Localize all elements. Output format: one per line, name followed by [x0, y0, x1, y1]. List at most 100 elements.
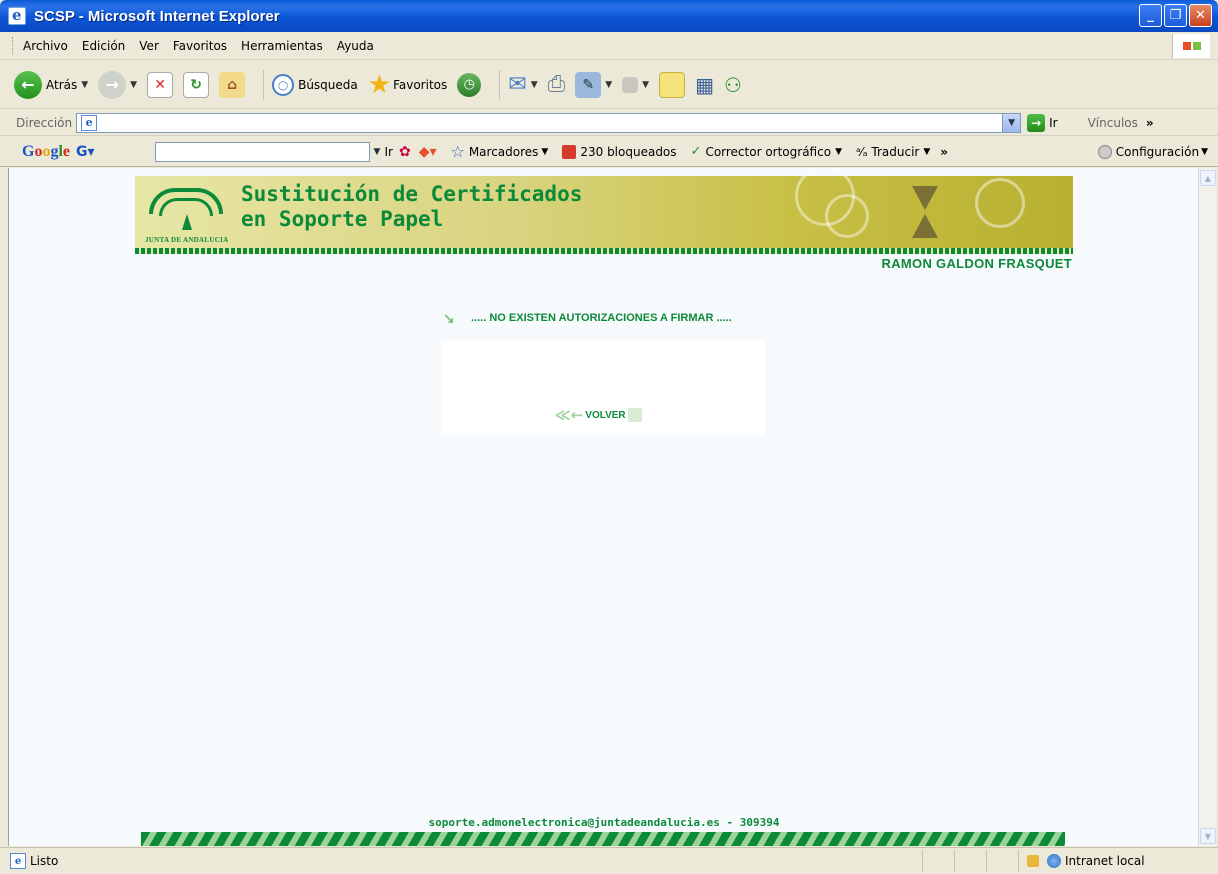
google-go-button[interactable]: Ir — [384, 145, 392, 159]
google-g-icon[interactable]: G▾ — [76, 144, 95, 160]
mail-icon: ✉ — [508, 72, 527, 97]
spellcheck-label: Corrector ortográfico — [705, 144, 832, 159]
blocked-label: 230 bloqueados — [580, 144, 677, 159]
menu-archivo[interactable]: Archivo — [23, 39, 68, 53]
address-input[interactable]: e ▼ — [76, 112, 1022, 133]
chevron-down-icon[interactable]: ▼ — [374, 147, 381, 157]
chevron-down-icon: ▼ — [835, 146, 842, 157]
star-outline-icon: ☆ — [450, 142, 465, 161]
ie-icon — [8, 6, 26, 25]
chevron-down-icon[interactable]: ▼ — [130, 80, 137, 90]
more-button[interactable]: » — [940, 145, 948, 159]
chevron-down-icon: ▼ — [1201, 146, 1208, 157]
popup-blocker-icon — [562, 144, 577, 159]
minimize-button[interactable]: _ — [1139, 4, 1162, 27]
pagerank-icon[interactable]: ✿ — [399, 144, 411, 160]
back-link-label: VOLVER — [585, 409, 626, 421]
discuss-icon — [622, 76, 639, 93]
search-icon: ○ — [272, 73, 295, 96]
popup-blocker-button[interactable]: 230 bloqueados — [562, 144, 677, 159]
notes-button[interactable] — [659, 71, 686, 98]
address-bar: Dirección e ▼ → Ir Vínculos » — [0, 110, 1218, 136]
chevron-down-icon[interactable]: ▼ — [1002, 113, 1021, 132]
discuss-button[interactable]: ▼ — [622, 76, 649, 93]
maximize-button[interactable]: ❐ — [1164, 4, 1187, 27]
menu-edicion[interactable]: Edición — [82, 39, 125, 53]
chevron-down-icon: ▼ — [541, 146, 549, 157]
standard-toolbar: ← Atrás ▼ → ▼ ✕ ↻ ⌂ ○ Búsqueda ★ Favorit… — [0, 61, 1218, 109]
favorites-button[interactable]: ★ Favoritos — [368, 70, 447, 100]
messenger-button[interactable]: ⚇ — [724, 73, 742, 97]
gear-icon — [975, 178, 1025, 228]
vertical-scrollbar[interactable]: ▲ ▼ — [1198, 168, 1216, 846]
close-button[interactable]: ✕ — [1189, 4, 1212, 27]
junta-logo: JUNTA DE ANDALUCIA — [141, 184, 231, 244]
back-arrow-icon: ≪← — [555, 406, 584, 424]
note-icon — [659, 71, 686, 98]
arrow-down-right-icon: ↘ — [443, 310, 455, 326]
back-link[interactable]: ≪← VOLVER — [555, 406, 642, 424]
menu-herramientas[interactable]: Herramientas — [241, 39, 323, 53]
settings-button[interactable]: Configuración ▼ — [1097, 144, 1208, 159]
page-content: JUNTA DE ANDALUCIA Sustitución de Certif… — [8, 168, 1198, 846]
go-arrow-icon[interactable]: → — [1027, 113, 1046, 132]
chevron-down-icon[interactable]: ▼ — [642, 80, 649, 90]
toolbar-separator — [263, 69, 265, 100]
home-button[interactable]: ⌂ — [219, 71, 246, 98]
history-button[interactable]: ◷ — [457, 72, 482, 97]
research-icon: ▦ — [695, 72, 714, 97]
chevron-down-icon[interactable]: ▼ — [531, 80, 538, 90]
chevron-down-icon[interactable]: ▼ — [81, 80, 88, 90]
favorites-label: Favoritos — [393, 77, 448, 92]
menu-favoritos[interactable]: Favoritos — [173, 39, 227, 53]
edit-button[interactable]: ✎ ▼ — [575, 71, 612, 98]
page-done-icon: e — [10, 853, 26, 869]
stop-button[interactable]: ✕ — [147, 71, 174, 98]
scroll-up-icon[interactable]: ▲ — [1200, 170, 1216, 186]
chevron-down-icon: ▼ — [923, 146, 931, 157]
page-title-line2: en Soporte Papel — [241, 207, 444, 231]
star-icon: ★ — [367, 69, 392, 100]
google-search-input[interactable] — [154, 141, 370, 162]
status-cell — [986, 850, 1018, 872]
header-banner: JUNTA DE ANDALUCIA Sustitución de Certif… — [135, 168, 1073, 248]
forward-button[interactable]: → ▼ — [98, 70, 137, 99]
links-button[interactable]: Vínculos — [1088, 116, 1138, 130]
mail-button[interactable]: ✉ ▼ — [508, 72, 537, 97]
bookmarks-label: Marcadores — [468, 144, 539, 159]
menu-bar: Archivo Edición Ver Favoritos Herramient… — [0, 32, 1218, 60]
toolbar-separator — [499, 69, 501, 100]
menu-ayuda[interactable]: Ayuda — [337, 39, 374, 53]
message-text: ..... NO EXISTEN AUTORIZACIONES A FIRMAR… — [471, 312, 732, 324]
back-button[interactable]: ← Atrás ▼ — [14, 70, 88, 99]
news-icon[interactable]: ◆▾ — [419, 144, 437, 160]
toolbar-grip[interactable] — [12, 36, 15, 55]
status-cell — [922, 850, 954, 872]
scroll-down-icon[interactable]: ▼ — [1200, 828, 1216, 844]
back-arrow-icon: ← — [14, 70, 42, 99]
settings-label: Configuración — [1115, 144, 1200, 159]
print-icon: ⎙ — [547, 72, 566, 97]
go-button[interactable]: Ir — [1049, 116, 1057, 130]
google-toolbar: Google G▾ ▼ Ir ✿ ◆▾ ☆ Marcadores ▼ 230 b… — [0, 137, 1218, 167]
status-bar: e Listo Intranet local — [0, 847, 1218, 874]
search-label: Búsqueda — [298, 77, 358, 92]
translate-button[interactable]: ᵃ⁄ₐ Traducir ▼ — [856, 145, 930, 159]
bookmarks-button[interactable]: ☆ Marcadores ▼ — [450, 142, 548, 161]
menu-ver[interactable]: Ver — [139, 39, 159, 53]
page-title: Sustitución de Certificados en Soporte P… — [241, 182, 582, 232]
print-button[interactable]: ⎙ — [548, 72, 566, 97]
chevron-right-icon[interactable]: » — [1146, 116, 1154, 130]
address-label: Dirección — [16, 115, 73, 130]
search-button[interactable]: ○ Búsqueda — [272, 73, 358, 96]
page-title-line1: Sustitución de Certificados — [241, 182, 583, 206]
settings-icon — [1097, 144, 1112, 159]
support-contact: soporte.admonelectronica@juntadeandaluci… — [428, 816, 780, 829]
back-label: Atrás — [46, 77, 78, 92]
spellcheck-button[interactable]: ✓ Corrector ortográfico ▼ — [691, 144, 842, 159]
refresh-button[interactable]: ↻ — [183, 71, 210, 98]
research-button[interactable]: ▦ — [695, 73, 714, 97]
home-icon: ⌂ — [219, 71, 246, 98]
user-name: RAMON GALDON FRASQUET — [881, 256, 1072, 271]
chevron-down-icon[interactable]: ▼ — [605, 80, 612, 90]
